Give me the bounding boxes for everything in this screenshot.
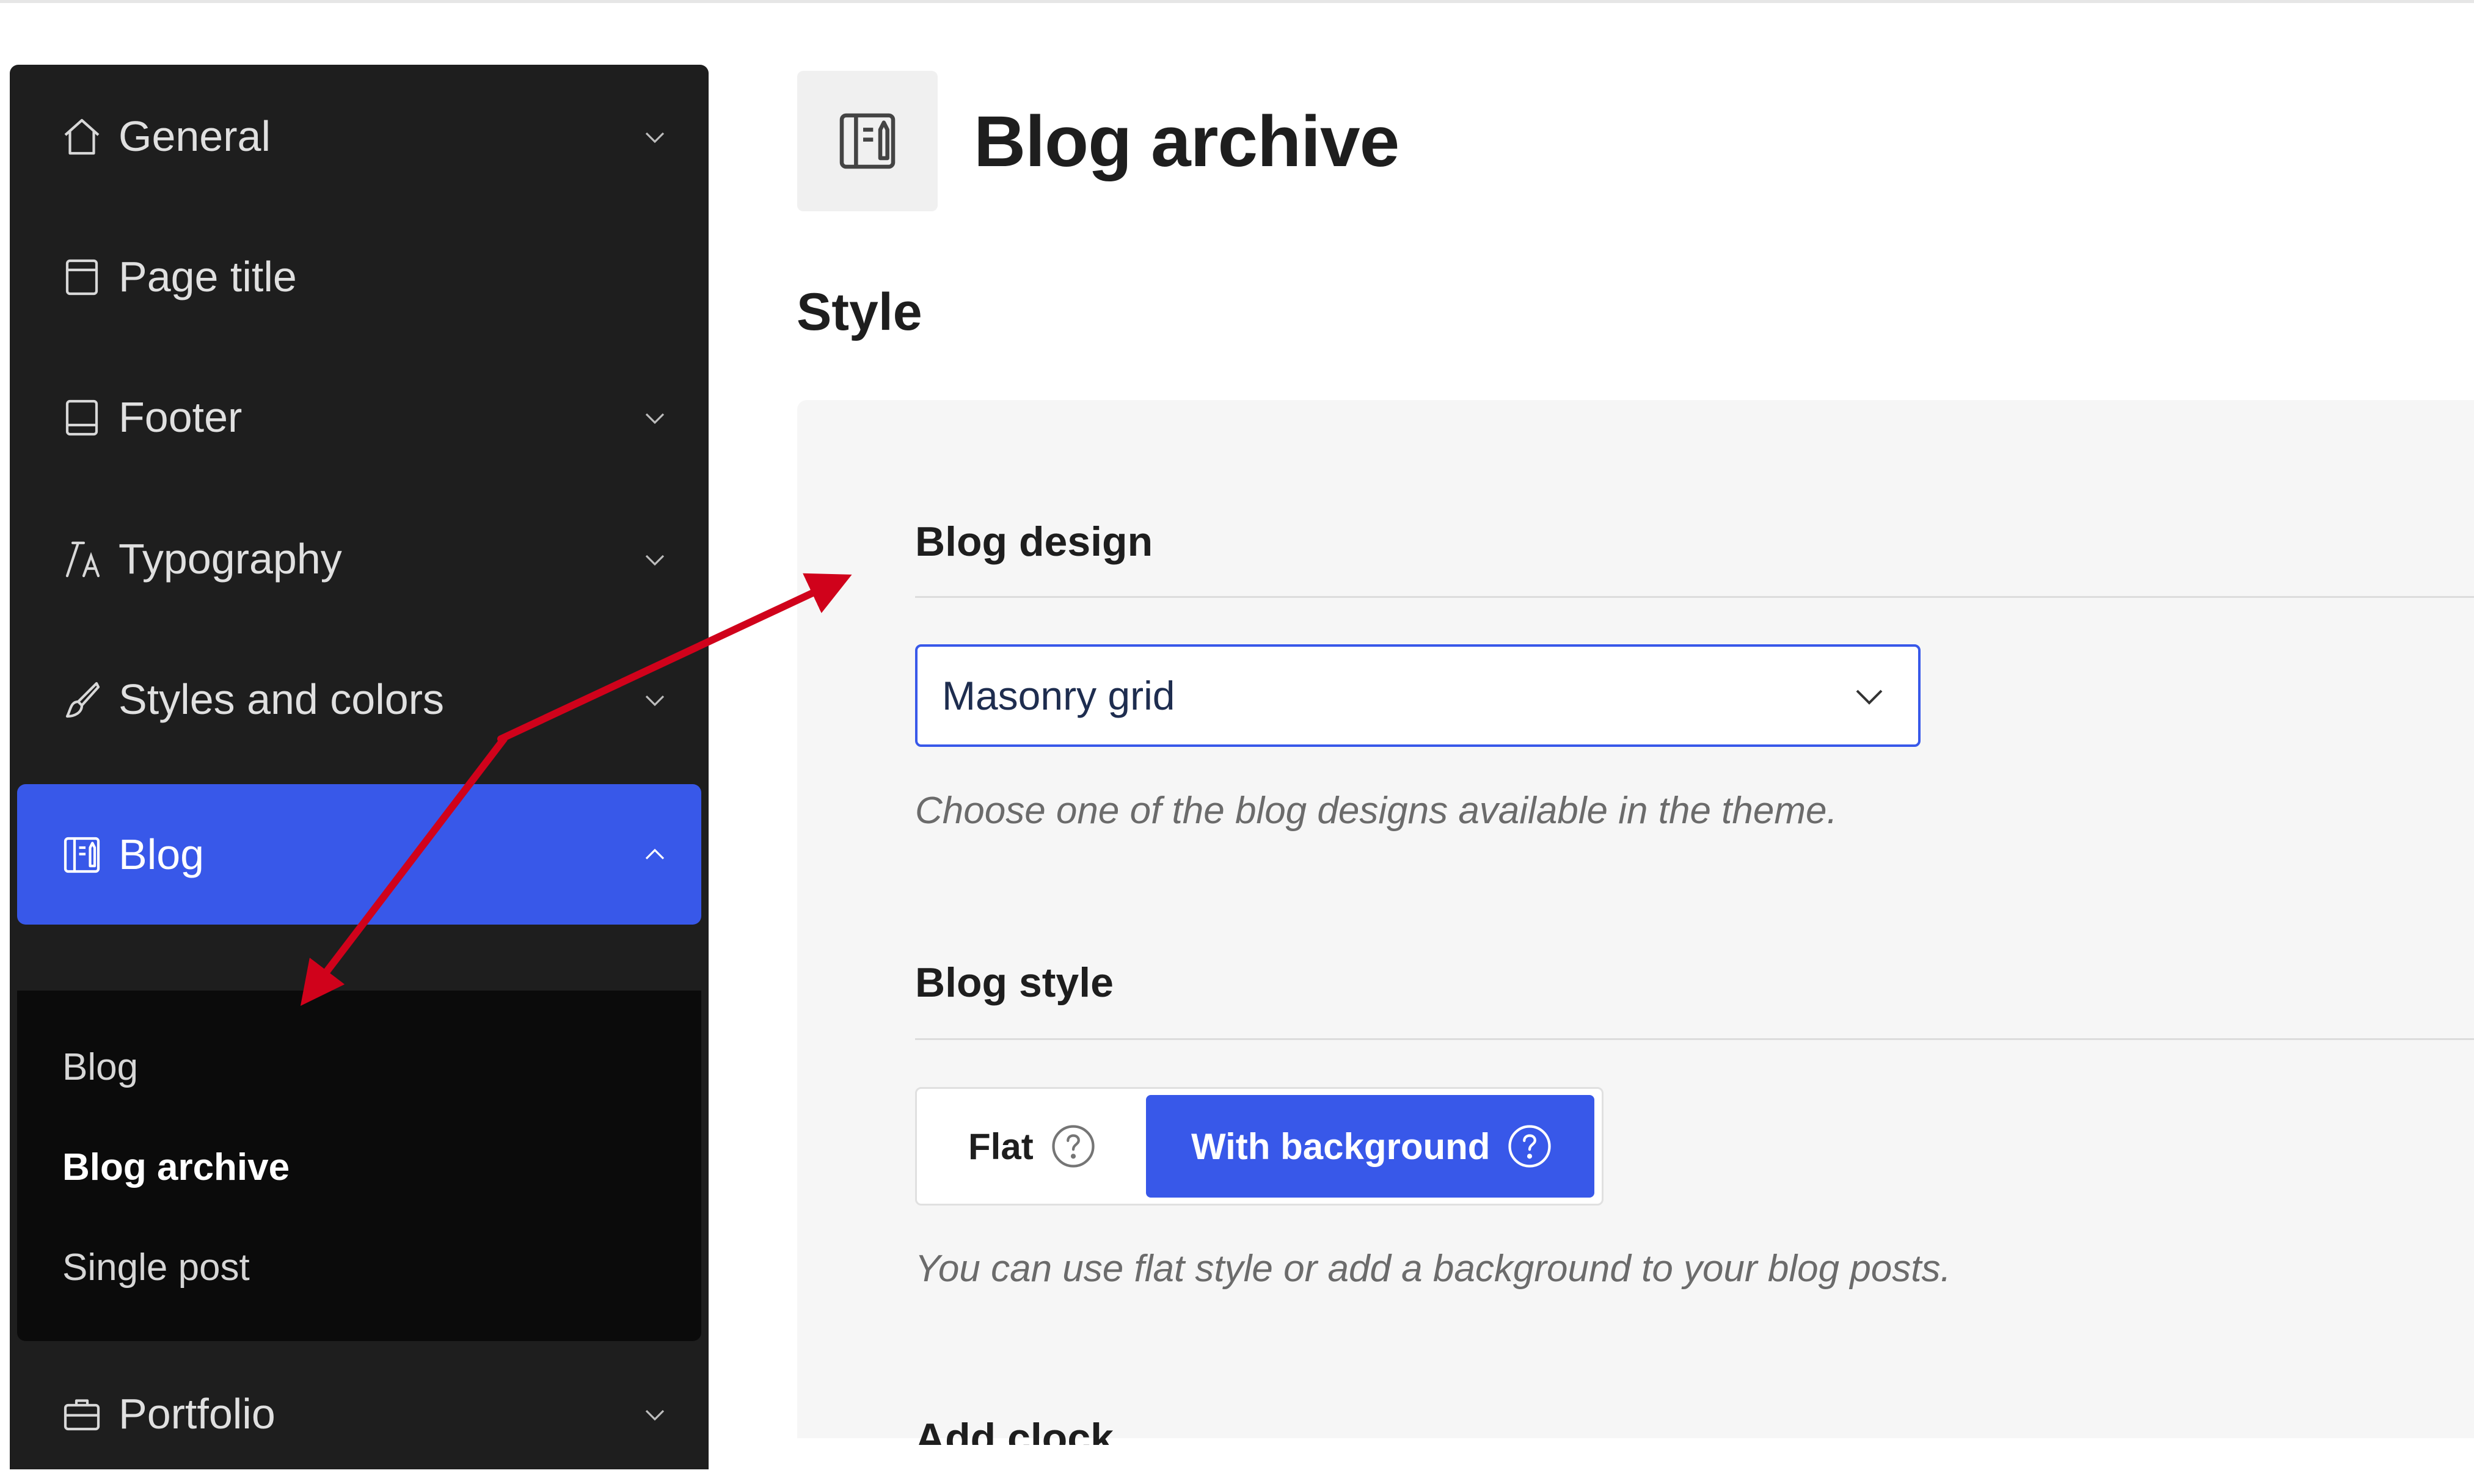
sidebar-item-label: Blog	[119, 831, 205, 878]
flat-option-button[interactable]: Flat	[968, 1095, 1097, 1198]
page-title: Blog archive	[974, 101, 1399, 182]
briefcase-icon	[60, 1392, 104, 1436]
blog-icon	[60, 833, 104, 877]
blog-design-heading: Blog design	[915, 518, 1153, 565]
blog-submenu: Blog Blog archive Single post	[17, 991, 701, 1341]
blog-style-toggle: Flat With background	[915, 1087, 1604, 1206]
settings-sidebar: General Page title Footer Typography Sty…	[10, 65, 709, 1469]
blog-style-heading: Blog style	[915, 959, 1114, 1006]
blog-style-help-text: You can use flat style or add a backgrou…	[915, 1248, 1951, 1290]
sidebar-item-general[interactable]: General	[17, 66, 701, 206]
sidebar-item-label: Page title	[119, 253, 297, 300]
submenu-item-blog-archive[interactable]: Blog archive	[62, 1146, 290, 1189]
sidebar-item-portfolio[interactable]: Portfolio	[17, 1344, 701, 1484]
sidebar-item-label: Footer	[119, 393, 243, 441]
top-border	[0, 0, 2474, 3]
page-title-icon-box	[797, 71, 938, 211]
blog-design-help-text: Choose one of the blog designs available…	[915, 790, 1837, 832]
chevron-down-icon	[1851, 678, 1888, 715]
next-field-heading: Add clock	[915, 1415, 1114, 1445]
divider	[915, 596, 2474, 598]
sidebar-item-blog[interactable]: Blog	[17, 784, 701, 925]
chevron-up-icon	[640, 840, 670, 870]
typography-icon	[60, 537, 104, 581]
with-background-option-label: With background	[1191, 1126, 1491, 1167]
section-title: Style	[797, 283, 922, 341]
chevron-down-icon	[640, 1400, 670, 1429]
with-background-option-button[interactable]: With background	[1146, 1095, 1594, 1198]
footer-icon	[60, 396, 104, 440]
sidebar-item-page-title[interactable]: Page title	[17, 206, 701, 347]
sidebar-item-styles-colors[interactable]: Styles and colors	[17, 629, 701, 769]
divider	[915, 1038, 2474, 1040]
submenu-item-blog[interactable]: Blog	[62, 1046, 138, 1089]
page-icon	[60, 255, 104, 299]
home-icon	[60, 115, 104, 159]
sidebar-item-footer[interactable]: Footer	[17, 347, 701, 487]
submenu-item-single-post[interactable]: Single post	[62, 1246, 250, 1289]
blog-design-selected-value: Masonry grid	[942, 673, 1175, 718]
blog-design-select[interactable]: Masonry grid	[915, 644, 1921, 747]
blog-icon	[833, 107, 902, 175]
sidebar-item-label: General	[119, 112, 271, 160]
chevron-down-icon	[640, 403, 670, 432]
sidebar-item-label: Portfolio	[119, 1390, 275, 1438]
sidebar-item-label: Styles and colors	[119, 675, 445, 723]
chevron-down-icon	[640, 685, 670, 715]
chevron-down-icon	[640, 122, 670, 151]
flat-option-label: Flat	[968, 1126, 1034, 1167]
help-icon[interactable]	[1506, 1122, 1553, 1170]
brush-icon	[60, 678, 104, 722]
chevron-down-icon	[640, 545, 670, 574]
help-icon[interactable]	[1049, 1122, 1097, 1170]
sidebar-item-label: Typography	[119, 535, 342, 583]
sidebar-item-typography[interactable]: Typography	[17, 489, 701, 629]
